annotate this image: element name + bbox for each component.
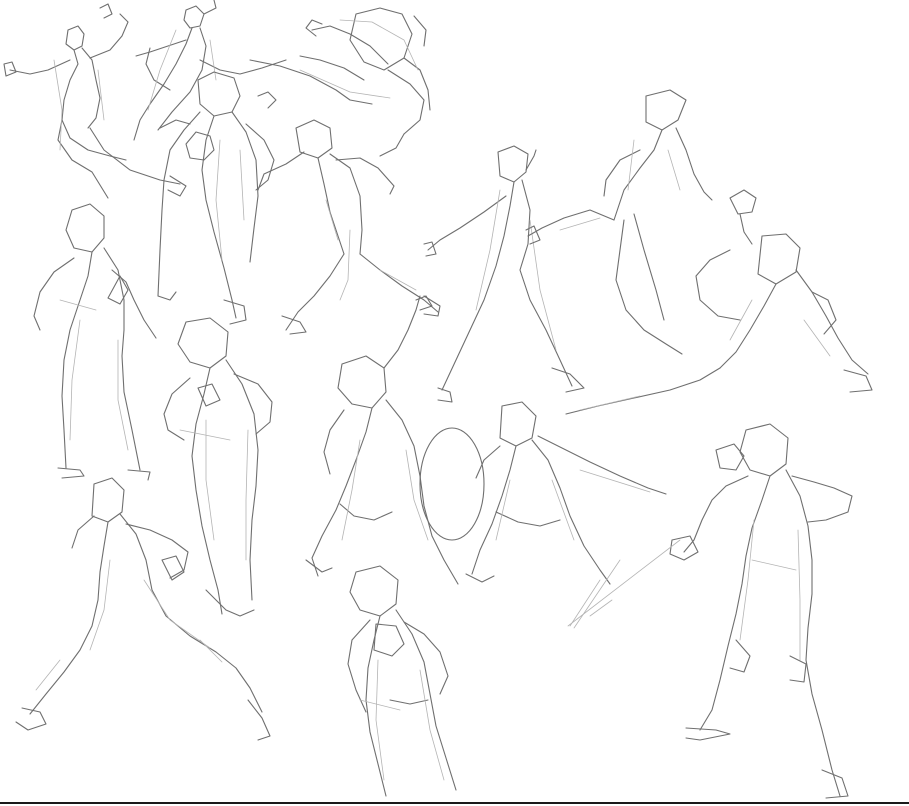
boxing-figure-left-center <box>163 317 273 617</box>
sketch-drawing <box>3 0 873 799</box>
bottom-border-rule <box>0 802 909 804</box>
spread-leg-figure-center <box>257 91 441 335</box>
arm-raised-figure-center <box>305 295 459 585</box>
reclining-figure-top <box>249 7 431 157</box>
gesture-sketch-sheet <box>0 0 909 806</box>
pointing-figure-center <box>423 145 585 403</box>
crouching-figure-top-center <box>157 71 275 325</box>
shield-figure-center <box>419 401 667 629</box>
action-figure-bottom-left <box>15 477 271 741</box>
back-figure-bottom-center <box>347 565 457 797</box>
flying-figure-top <box>99 0 287 141</box>
kicking-figure-right <box>525 89 713 355</box>
lunging-figure-right <box>565 189 873 415</box>
armored-figure-bottom-right <box>567 423 853 799</box>
leaping-figure-top-left <box>3 13 187 199</box>
guard-figure-left <box>33 203 157 481</box>
